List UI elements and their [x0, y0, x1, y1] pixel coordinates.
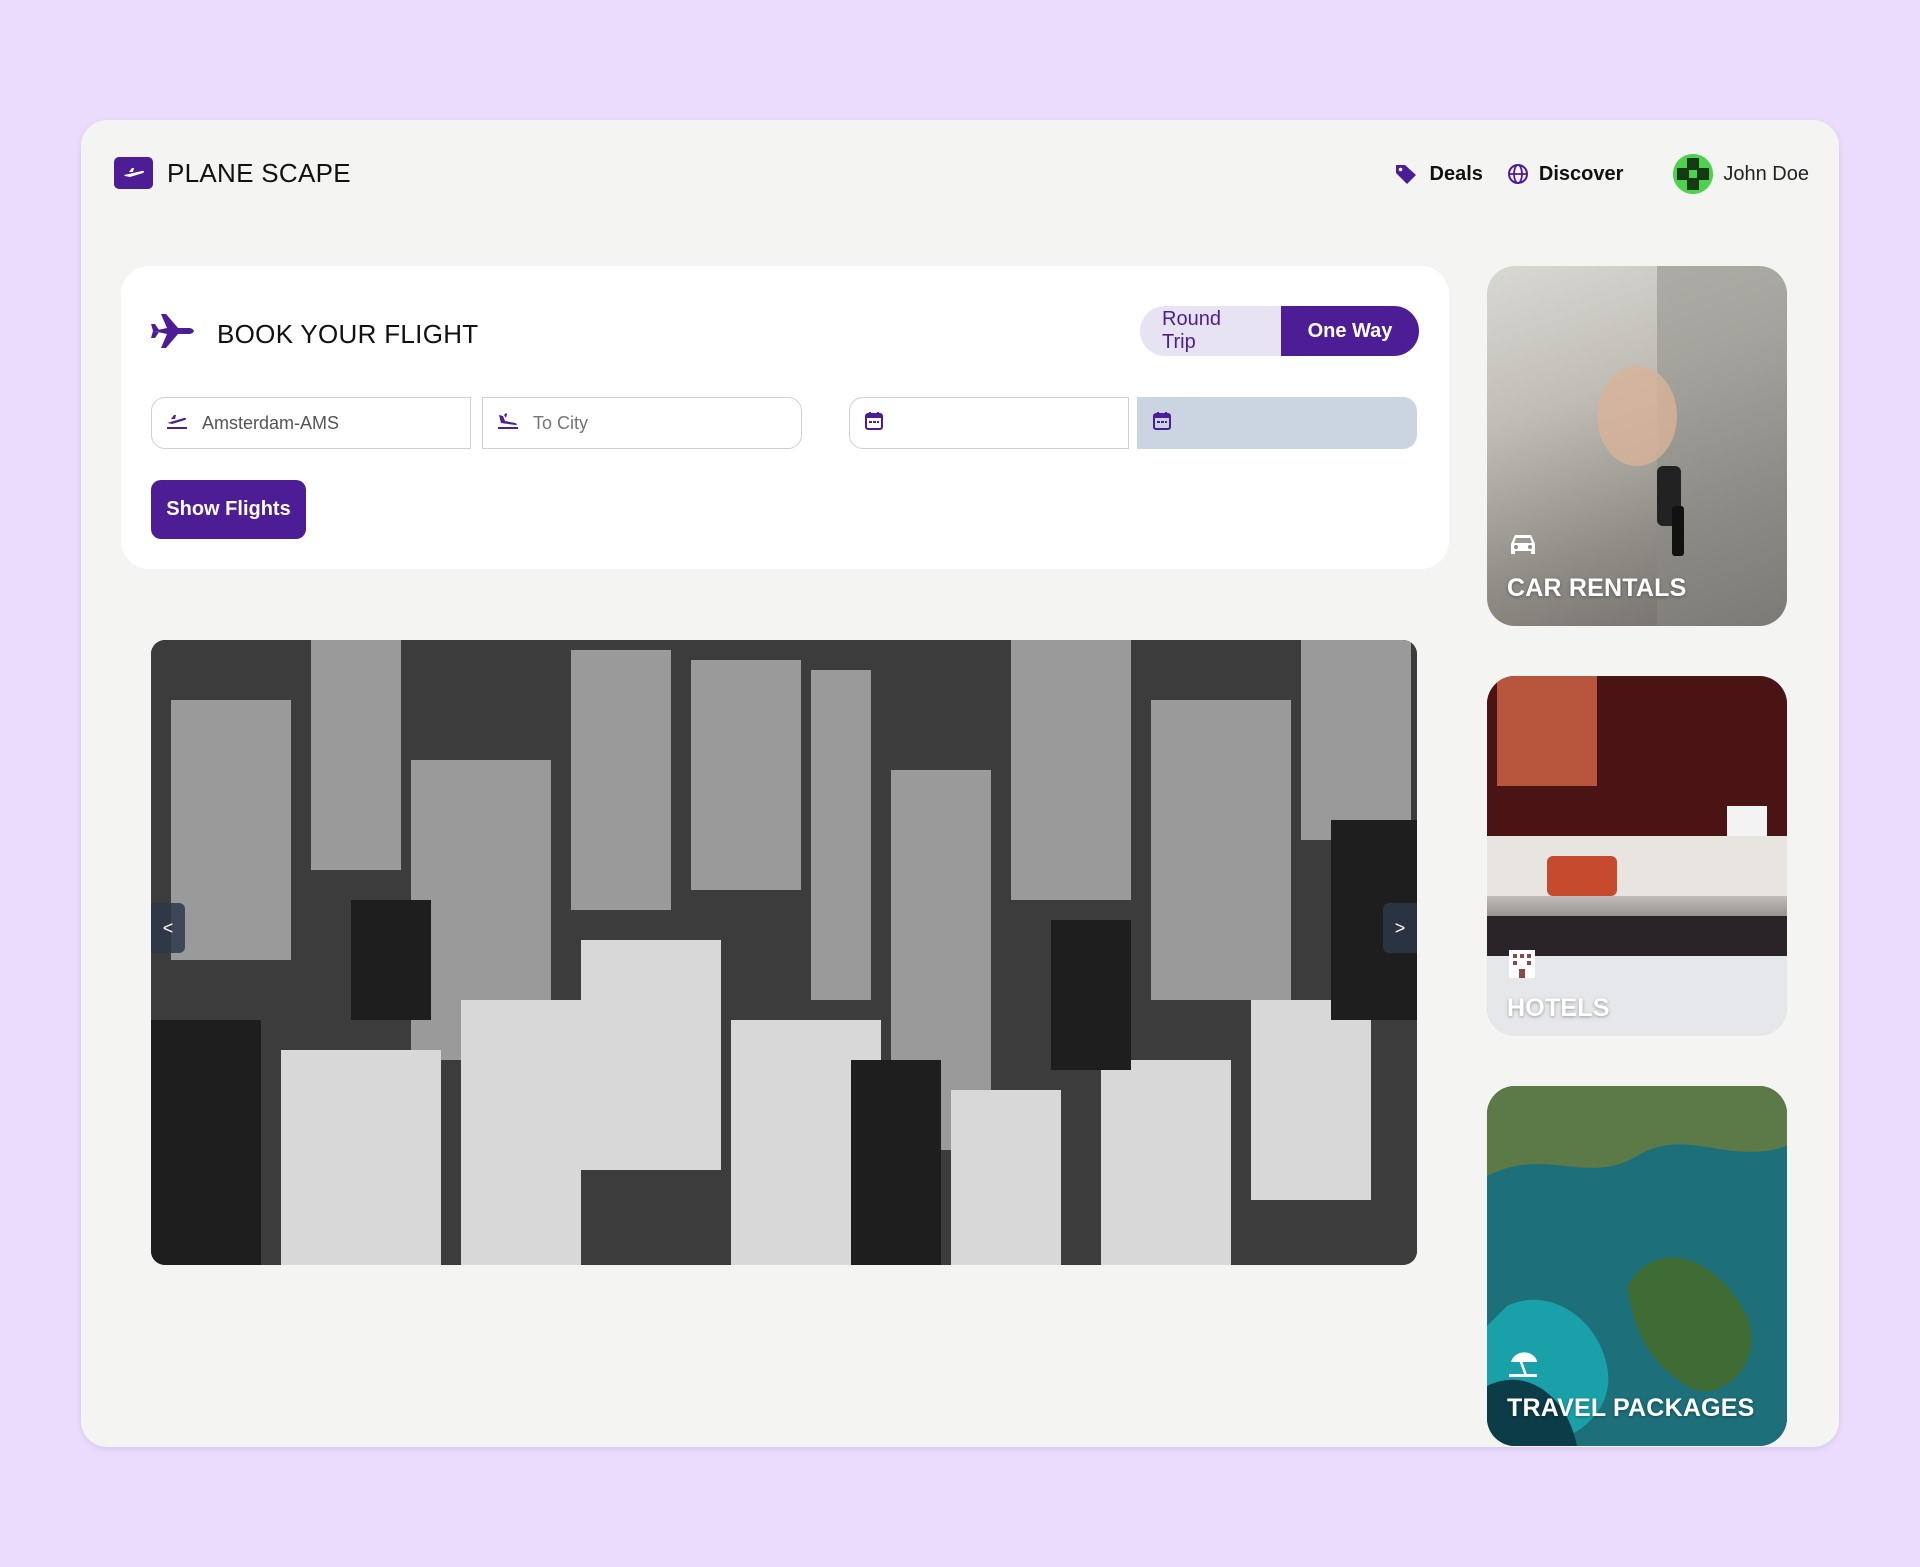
brand[interactable]: PLANE SCAPE	[114, 157, 351, 189]
depart-date-field[interactable]	[849, 397, 1129, 449]
car-rentals-image	[1597, 266, 1787, 626]
carousel-prev-button[interactable]: <	[151, 903, 185, 953]
plane-arrival-icon	[497, 412, 519, 435]
nav-discover-label: Discover	[1538, 162, 1624, 185]
from-field[interactable]	[151, 397, 471, 449]
trip-type-toggle: Round Trip One Way	[1140, 306, 1419, 356]
booking-title: BOOK YOUR FLIGHT	[151, 312, 478, 357]
hero-carousel: < >	[151, 640, 1417, 1265]
globe-icon	[1507, 163, 1529, 185]
to-input[interactable]	[533, 412, 777, 434]
depart-date-input[interactable]	[898, 412, 1110, 434]
tag-icon	[1394, 163, 1420, 185]
return-date-field	[1137, 397, 1417, 449]
airplane-icon	[151, 312, 195, 357]
nav-deals-label: Deals	[1429, 162, 1483, 185]
booking-card: BOOK YOUR FLIGHT Round Trip One Way Amst…	[121, 266, 1449, 569]
calendar-icon	[1152, 411, 1172, 436]
return-date-input	[1186, 412, 1398, 434]
from-input[interactable]	[202, 412, 446, 434]
car-icon	[1507, 532, 1539, 563]
hotel-icon	[1507, 950, 1537, 983]
header: PLANE SCAPE Deals Discover John Doe	[81, 120, 1839, 230]
carousel-next-button[interactable]: >	[1383, 903, 1417, 953]
calendar-icon	[864, 411, 884, 436]
brand-name: PLANE SCAPE	[167, 157, 351, 188]
one-way-button[interactable]: One Way	[1281, 306, 1419, 356]
car-rentals-card[interactable]: CAR RENTALS	[1487, 266, 1787, 626]
user-name: John Doe	[1723, 162, 1809, 185]
top-nav: Deals Discover John Doe	[1394, 154, 1809, 194]
hotels-label: HOTELS	[1507, 994, 1610, 1022]
plane-ticket-logo-icon	[114, 157, 153, 189]
car-rentals-label: CAR RENTALS	[1507, 574, 1687, 602]
travel-packages-label: TRAVEL PACKAGES	[1507, 1394, 1755, 1422]
round-trip-button[interactable]: Round Trip	[1140, 306, 1281, 356]
city-skyline-image	[151, 640, 1417, 1265]
to-field[interactable]	[482, 397, 802, 449]
avatar	[1673, 154, 1714, 194]
travel-packages-card[interactable]: TRAVEL PACKAGES	[1487, 1086, 1787, 1446]
island-aerial-image	[1487, 1086, 1787, 1446]
hotels-card[interactable]: HOTELS	[1487, 676, 1787, 1036]
show-flights-button[interactable]: Show Flights	[151, 480, 306, 539]
plane-departure-icon	[166, 412, 188, 435]
nav-discover[interactable]: Discover	[1507, 162, 1624, 186]
user-menu[interactable]: John Doe	[1673, 154, 1809, 194]
app-window: PLANE SCAPE Deals Discover John Doe BOOK…	[81, 120, 1839, 1447]
nav-deals[interactable]: Deals	[1394, 163, 1483, 186]
umbrella-beach-icon	[1507, 1350, 1539, 1383]
booking-title-text: BOOK YOUR FLIGHT	[217, 319, 479, 349]
